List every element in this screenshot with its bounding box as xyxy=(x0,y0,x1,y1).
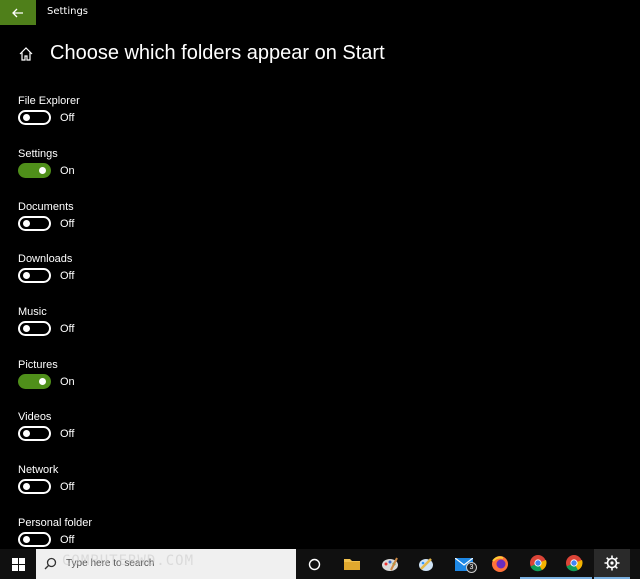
toggle-settings[interactable] xyxy=(18,163,51,178)
task-view-button[interactable] xyxy=(296,549,332,579)
firefox-taskbar[interactable] xyxy=(482,549,518,579)
settings-taskbar[interactable] xyxy=(594,549,630,579)
setting-music: Music Off xyxy=(18,306,318,350)
start-button[interactable] xyxy=(0,549,36,579)
toggle-state: Off xyxy=(60,481,75,493)
toggle-knob xyxy=(23,114,30,121)
paint-icon xyxy=(382,557,398,571)
paint-3d-icon xyxy=(419,558,433,571)
toggle-knob xyxy=(39,378,46,385)
paint-taskbar[interactable] xyxy=(372,549,408,579)
toggle-downloads[interactable] xyxy=(18,268,51,283)
toggle-personal-folder[interactable] xyxy=(18,532,51,547)
chrome-profile-taskbar[interactable] xyxy=(556,549,592,579)
toggle-pictures[interactable] xyxy=(18,374,51,389)
toggle-music[interactable] xyxy=(18,321,51,336)
toggle-state: On xyxy=(60,165,75,177)
task-view-icon xyxy=(308,558,320,570)
setting-label: Pictures xyxy=(18,359,58,371)
paint-3d-taskbar[interactable] xyxy=(408,549,444,579)
toggle-knob xyxy=(23,536,30,543)
setting-network: Network Off xyxy=(18,464,318,508)
setting-downloads: Downloads Off xyxy=(18,253,318,297)
chrome-icon xyxy=(530,555,547,572)
toggle-state: Off xyxy=(60,428,75,440)
toggle-state: On xyxy=(60,376,75,388)
setting-label: File Explorer xyxy=(18,95,80,107)
toggle-documents[interactable] xyxy=(18,216,51,231)
setting-label: Music xyxy=(18,306,47,318)
toggle-file-explorer[interactable] xyxy=(18,110,51,125)
window-title: Settings xyxy=(47,6,89,17)
toggle-knob xyxy=(23,483,30,490)
toggle-knob xyxy=(23,272,30,279)
setting-label: Videos xyxy=(18,411,52,423)
home-icon[interactable] xyxy=(18,46,34,62)
toggle-state: Off xyxy=(60,218,75,230)
toggle-knob xyxy=(39,167,46,174)
chrome-profile-icon xyxy=(566,555,583,572)
setting-label: Documents xyxy=(18,201,74,213)
search-icon xyxy=(44,557,57,570)
setting-label: Downloads xyxy=(18,253,73,265)
setting-file-explorer: File Explorer Off xyxy=(18,95,318,139)
settings-gear-icon xyxy=(604,555,620,571)
file-explorer-icon xyxy=(344,559,360,570)
file-explorer-taskbar[interactable] xyxy=(334,549,370,579)
toggle-state: Off xyxy=(60,270,75,282)
mail-taskbar[interactable]: 3 xyxy=(446,549,482,579)
setting-pictures: Pictures On xyxy=(18,359,318,403)
setting-documents: Documents Off xyxy=(18,201,318,245)
mail-badge: 3 xyxy=(466,562,477,573)
back-button[interactable] xyxy=(0,0,36,25)
toggle-network[interactable] xyxy=(18,479,51,494)
toggle-state: Off xyxy=(60,534,75,546)
watermark: COMPUTERWD.COM xyxy=(62,553,195,569)
toggle-state: Off xyxy=(60,323,75,335)
toggle-knob xyxy=(23,220,30,227)
windows-start-icon xyxy=(11,557,25,571)
back-arrow-icon xyxy=(12,8,23,17)
firefox-icon xyxy=(492,556,508,572)
setting-label: Personal folder xyxy=(18,517,92,529)
setting-settings: Settings On xyxy=(18,148,318,192)
toggle-videos[interactable] xyxy=(18,426,51,441)
page-title: Choose which folders appear on Start xyxy=(50,42,385,64)
toggle-knob xyxy=(23,430,30,437)
setting-label: Settings xyxy=(18,148,58,160)
setting-videos: Videos Off xyxy=(18,411,318,455)
toggle-knob xyxy=(23,325,30,332)
toggle-state: Off xyxy=(60,112,75,124)
setting-label: Network xyxy=(18,464,59,476)
chrome-taskbar[interactable] xyxy=(520,549,556,579)
title-bar: Settings xyxy=(0,0,640,25)
